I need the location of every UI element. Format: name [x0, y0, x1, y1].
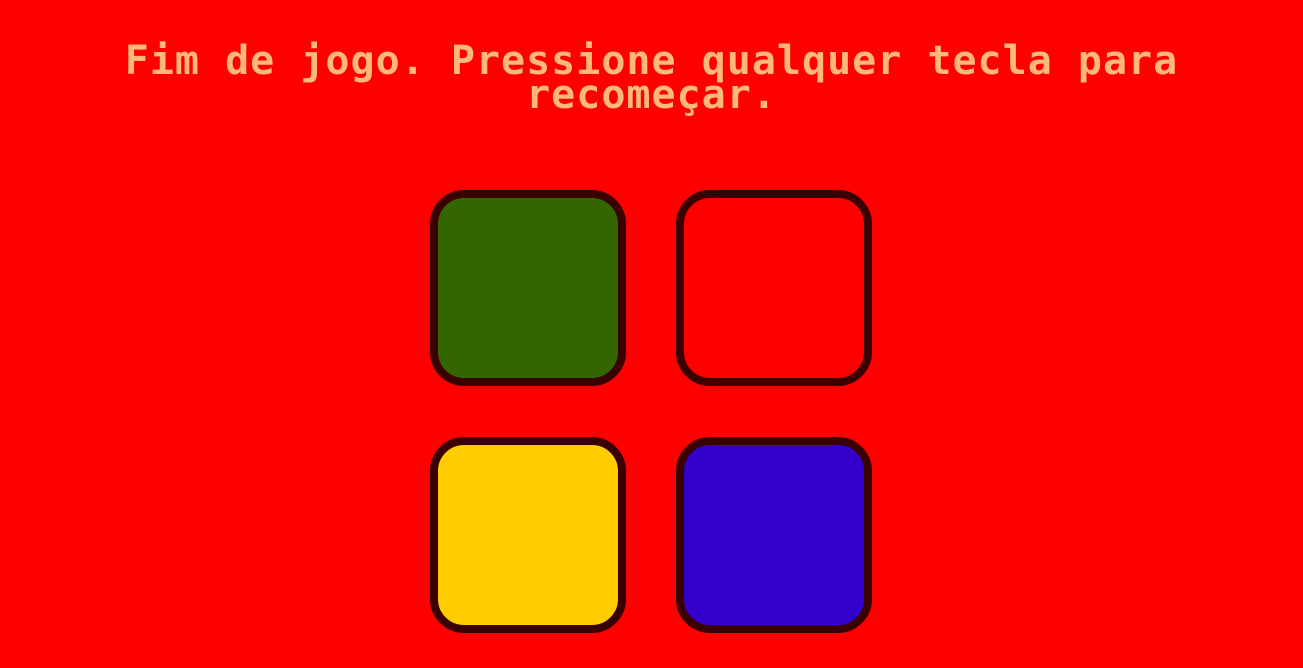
red-pad-button[interactable]: [676, 190, 872, 386]
game-screen[interactable]: { "game": { "status_message": "Fim de jo…: [0, 0, 1303, 668]
blue-pad-button[interactable]: [676, 437, 872, 633]
yellow-pad-button[interactable]: [430, 437, 626, 633]
green-pad-button[interactable]: [430, 190, 626, 386]
game-status-message: Fim de jogo. Pressione qualquer tecla pa…: [124, 38, 1179, 118]
simon-board: [430, 190, 872, 634]
